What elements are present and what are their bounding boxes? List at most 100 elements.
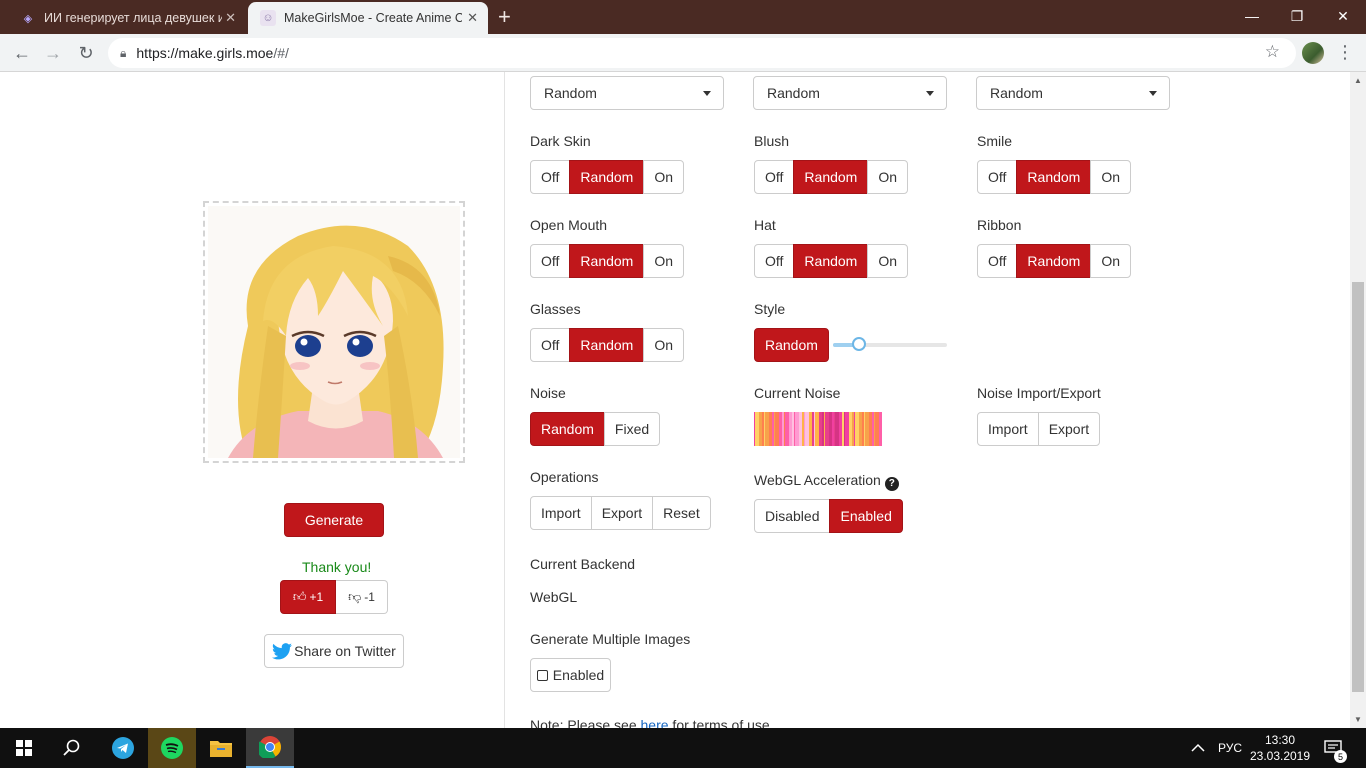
- blush-off[interactable]: Off: [754, 160, 795, 194]
- smile-off[interactable]: Off: [977, 160, 1018, 194]
- noise-random[interactable]: Random: [530, 412, 605, 446]
- tab-close-icon[interactable]: ✕: [467, 10, 478, 26]
- thanks-message: Thank you!: [302, 559, 372, 575]
- browser-menu-icon[interactable]: ⋮: [1336, 42, 1354, 62]
- caret-down-icon: [926, 91, 934, 96]
- caret-down-icon: [703, 91, 711, 96]
- address-bar[interactable]: 🔒︎ https://make.girls.moe/#/ ☆: [108, 38, 1296, 68]
- profile-avatar[interactable]: [1302, 42, 1324, 64]
- scroll-up-icon[interactable]: ▲: [1354, 76, 1362, 85]
- blush-toggle: Off Random On: [754, 160, 909, 194]
- noise-export-button[interactable]: Export: [1037, 412, 1101, 446]
- tray-chevron-up-icon[interactable]: [1191, 728, 1205, 768]
- style-random-button[interactable]: Random: [754, 328, 829, 362]
- dark-skin-on[interactable]: On: [643, 160, 685, 194]
- page-scrollbar[interactable]: ▲ ▼: [1350, 72, 1366, 728]
- browser-tab-2[interactable]: ☺ MakeGirlsMoe - Create Anime Ch ✕: [248, 2, 488, 34]
- current-noise-visualization: [754, 412, 882, 446]
- noise-io-group: Import Export: [977, 412, 1101, 446]
- terms-link[interactable]: here: [641, 717, 669, 728]
- dark-skin-random[interactable]: Random: [569, 160, 645, 194]
- browser-tab-strip: ◈ ИИ генерирует лица девушек и ✕ ☺ MakeG…: [0, 0, 1366, 34]
- smile-random[interactable]: Random: [1016, 160, 1092, 194]
- hat-off[interactable]: Off: [754, 244, 795, 278]
- ribbon-random[interactable]: Random: [1016, 244, 1092, 278]
- twitter-bird-icon: [272, 642, 293, 659]
- blush-on[interactable]: On: [867, 160, 909, 194]
- open-mouth-off[interactable]: Off: [530, 244, 571, 278]
- option-select-2[interactable]: Random: [753, 76, 947, 110]
- bookmark-star-icon[interactable]: ☆: [1265, 42, 1280, 62]
- tab-close-icon[interactable]: ✕: [225, 10, 236, 26]
- upvote-button[interactable]: 👍︎ +1: [280, 580, 336, 614]
- blush-random[interactable]: Random: [793, 160, 869, 194]
- operations-group: Import Export Reset: [530, 496, 711, 530]
- scrollbar-thumb[interactable]: [1352, 282, 1364, 692]
- thumbs-up-icon: 👍︎: [292, 589, 307, 604]
- backend-value: WebGL: [530, 589, 578, 605]
- help-question-icon[interactable]: ?: [884, 476, 899, 491]
- url-text: https://make.girls.moe/#/: [136, 45, 289, 61]
- close-window-button[interactable]: ✕: [1320, 0, 1366, 32]
- telegram-icon[interactable]: [99, 728, 147, 768]
- webgl-toggle: Disabled Enabled: [754, 499, 903, 533]
- chrome-icon[interactable]: [246, 728, 294, 768]
- forward-arrow-icon[interactable]: →: [41, 41, 65, 65]
- op-reset-button[interactable]: Reset: [652, 496, 711, 530]
- open-mouth-random[interactable]: Random: [569, 244, 645, 278]
- thumbs-down-icon: 👎︎: [348, 589, 362, 604]
- dark-skin-off[interactable]: Off: [530, 160, 571, 194]
- browser-tab-1[interactable]: ◈ ИИ генерирует лица девушек и ✕: [8, 2, 246, 34]
- back-arrow-icon[interactable]: ←: [10, 41, 34, 65]
- reload-icon[interactable]: ↻: [74, 41, 98, 65]
- open-mouth-toggle: Off Random On: [530, 244, 685, 278]
- webgl-enabled[interactable]: Enabled: [829, 499, 903, 533]
- search-icon[interactable]: [48, 728, 96, 768]
- op-export-button[interactable]: Export: [590, 496, 654, 530]
- multiple-images-checkbox[interactable]: Enabled: [530, 658, 611, 692]
- smile-on[interactable]: On: [1090, 160, 1132, 194]
- anime-favicon-icon: ☺: [260, 10, 276, 26]
- system-clock[interactable]: 13:30 23.03.2019: [1248, 732, 1312, 764]
- dark-skin-toggle: Off Random On: [530, 160, 685, 194]
- glasses-off[interactable]: Off: [530, 328, 571, 362]
- terms-note: Note: Please see here for terms of use.: [530, 717, 774, 728]
- ribbon-off[interactable]: Off: [977, 244, 1018, 278]
- style-slider[interactable]: [833, 337, 947, 351]
- share-twitter-button[interactable]: Share on Twitter: [264, 634, 404, 668]
- generated-anime-portrait: [208, 206, 460, 458]
- downvote-button[interactable]: 👎︎ -1: [336, 580, 388, 614]
- ribbon-toggle: Off Random On: [977, 244, 1132, 278]
- keyboard-language[interactable]: РУС: [1218, 728, 1242, 768]
- tab-title: MakeGirlsMoe - Create Anime Ch: [284, 11, 462, 25]
- notifications-icon[interactable]: 5: [1324, 728, 1347, 768]
- blush-label: Blush: [754, 133, 790, 149]
- open-mouth-on[interactable]: On: [643, 244, 685, 278]
- checkbox-square-icon: [536, 669, 548, 681]
- option-select-3[interactable]: Random: [976, 76, 1170, 110]
- op-import-button[interactable]: Import: [530, 496, 592, 530]
- ribbon-on[interactable]: On: [1090, 244, 1132, 278]
- hat-random[interactable]: Random: [793, 244, 869, 278]
- windows-start-icon[interactable]: [0, 728, 48, 768]
- noise-import-button[interactable]: Import: [977, 412, 1039, 446]
- noise-fixed[interactable]: Fixed: [603, 412, 661, 446]
- glasses-on[interactable]: On: [643, 328, 685, 362]
- option-select-1[interactable]: Random: [530, 76, 724, 110]
- webgl-disabled[interactable]: Disabled: [754, 499, 831, 533]
- minimize-button[interactable]: —: [1229, 0, 1275, 32]
- vote-group: 👍︎ +1 👎︎ -1: [280, 580, 388, 614]
- open-mouth-label: Open Mouth: [530, 217, 608, 233]
- spotify-icon[interactable]: [148, 728, 196, 768]
- generate-button[interactable]: Generate: [284, 503, 384, 537]
- new-tab-button[interactable]: +: [498, 4, 511, 30]
- glasses-random[interactable]: Random: [569, 328, 645, 362]
- style-slider-handle[interactable]: [852, 337, 867, 351]
- multiple-images-label: Generate Multiple Images: [530, 631, 691, 647]
- hat-on[interactable]: On: [867, 244, 909, 278]
- webgl-label: WebGL Acceleration?: [754, 472, 899, 491]
- file-explorer-icon[interactable]: [197, 728, 245, 768]
- maximize-button[interactable]: ❐: [1274, 0, 1320, 32]
- scroll-down-icon[interactable]: ▼: [1354, 715, 1362, 724]
- operations-label: Operations: [530, 469, 599, 485]
